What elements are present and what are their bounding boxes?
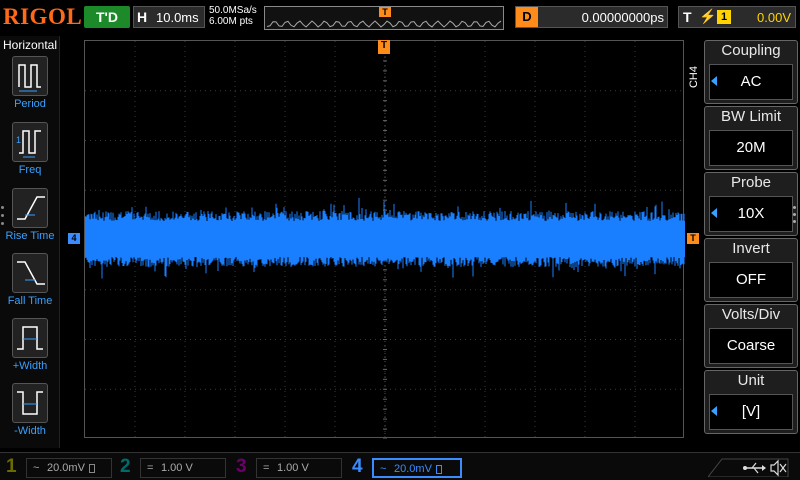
unit-label: Unit	[737, 372, 765, 389]
trigger-level-marker[interactable]: T	[687, 233, 699, 244]
svg-text:1: 1	[16, 135, 21, 145]
channel-1-scale-box: ~20.0mV	[26, 458, 112, 478]
fall-time-icon	[12, 253, 48, 293]
brand-logo: RIGOL	[3, 4, 83, 29]
volts-div-softkey[interactable]: Volts/Div Coarse	[704, 304, 798, 368]
coupling-softkey[interactable]: Coupling AC	[704, 40, 798, 104]
channel-3-scale: 1.00 V	[277, 462, 309, 474]
dc-coupling-icon: =	[147, 462, 154, 474]
measure-frequency[interactable]: 1 Freq	[0, 122, 60, 186]
horizontal-measure-menu: Horizontal Period 1 Freq Rise Time Fall …	[0, 36, 60, 448]
channel-2-number: 2	[120, 456, 131, 477]
negative-width-icon	[12, 383, 48, 423]
left-arrow-icon	[711, 406, 717, 416]
rise-time-label: Rise Time	[5, 230, 55, 242]
positive-width-label: +Width	[12, 360, 48, 372]
probe-value: 10X	[709, 196, 793, 232]
invert-value: OFF	[709, 262, 793, 298]
period-icon	[12, 56, 48, 96]
memory-depth: 6.00M pts	[209, 16, 253, 27]
channel-3-number: 3	[236, 456, 247, 477]
top-status-bar: RIGOL T'D H 10.0ms 50.0MSa/s 6.00M pts T…	[0, 0, 800, 36]
trigger-source: 1	[717, 10, 731, 24]
left-arrow-icon	[711, 76, 717, 86]
timebase-value: 10.0ms	[156, 10, 199, 25]
trigger-tag: T	[683, 9, 692, 25]
invert-softkey[interactable]: Invert OFF	[704, 238, 798, 302]
sample-rate: 50.0MSa/s	[209, 5, 257, 16]
channel-1-scale: 20.0mV	[47, 462, 85, 474]
menu-scroll-dots	[793, 206, 796, 227]
unit-value: [V]	[709, 394, 793, 430]
frequency-label: Freq	[18, 164, 42, 176]
rising-edge-icon: ⚡	[699, 8, 717, 24]
frequency-icon: 1	[12, 122, 48, 162]
period-label: Period	[14, 98, 46, 110]
volts-div-value: Coarse	[709, 328, 793, 364]
run-state-badge[interactable]: T'D	[84, 6, 130, 28]
channel-offset-marker[interactable]: 4	[68, 233, 80, 244]
ac-coupling-icon: ~	[33, 462, 40, 474]
horizontal-timebase-box[interactable]: H 10.0ms	[133, 6, 205, 28]
channel-menu: Coupling AC BW Limit 20M Probe 10X Inver…	[704, 40, 800, 434]
speaker-muted-icon	[770, 459, 787, 477]
probe-softkey[interactable]: Probe 10X	[704, 172, 798, 236]
menu-channel-label: CH4	[688, 66, 700, 89]
bw-limit-label: BW Limit	[721, 108, 781, 125]
memory-trigger-marker: T	[379, 7, 391, 17]
channel-4-number: 4	[352, 456, 363, 477]
graticule	[85, 41, 685, 439]
probe-label: Probe	[730, 174, 772, 191]
dc-coupling-icon: =	[263, 462, 270, 474]
channel-status-bar: 1 ~20.0mV 2 = 1.00 V 3 = 1.00 V 4 ~20.0mV	[0, 452, 800, 480]
channel-4-scale: 20.0mV	[394, 463, 432, 475]
waveform-display[interactable]	[84, 40, 685, 439]
trigger-position-marker[interactable]: T	[378, 40, 390, 54]
invert-label: Invert	[732, 240, 770, 257]
trigger-box[interactable]: T ⚡ 1 0.00V	[678, 6, 796, 28]
bw-limit-icon	[435, 464, 442, 474]
measure-rise-time[interactable]: Rise Time	[0, 188, 60, 252]
channel-3-scale-box: = 1.00 V	[256, 458, 342, 478]
delay-box[interactable]: D 0.00000000ps	[515, 6, 668, 28]
acquisition-info: 50.0MSa/s 6.00M pts	[209, 5, 257, 27]
system-status-icons	[706, 457, 796, 478]
volts-div-label: Volts/Div	[721, 306, 781, 323]
menu-title: Horizontal	[2, 38, 58, 52]
unit-softkey[interactable]: Unit [V]	[704, 370, 798, 434]
coupling-label: Coupling	[721, 42, 781, 59]
bw-limit-softkey[interactable]: BW Limit 20M	[704, 106, 798, 170]
measure-positive-width[interactable]: +Width	[0, 318, 60, 382]
channel-4-scale-box: ~20.0mV	[372, 458, 462, 478]
measure-fall-time[interactable]: Fall Time	[0, 253, 60, 317]
channel-1-number: 1	[6, 456, 17, 477]
coupling-value: AC	[709, 64, 793, 100]
rise-time-icon	[12, 188, 48, 228]
ac-coupling-icon: ~	[380, 463, 387, 475]
left-arrow-icon	[711, 208, 717, 218]
bw-limit-icon	[88, 463, 95, 473]
memory-overview-strip: T	[264, 6, 504, 30]
measure-negative-width[interactable]: -Width	[0, 383, 60, 447]
channel-2-scale-box: = 1.00 V	[140, 458, 226, 478]
measure-period[interactable]: Period	[0, 56, 60, 120]
horizontal-tag: H	[137, 9, 148, 25]
negative-width-label: -Width	[14, 425, 46, 437]
trigger-level: 0.00V	[757, 10, 791, 25]
delay-tag: D	[516, 7, 538, 27]
bw-limit-value: 20M	[709, 130, 793, 166]
usb-icon	[743, 462, 766, 474]
positive-width-icon	[12, 318, 48, 358]
channel-2-scale: 1.00 V	[161, 462, 193, 474]
fall-time-label: Fall Time	[7, 295, 53, 307]
delay-value: 0.00000000ps	[581, 10, 664, 25]
